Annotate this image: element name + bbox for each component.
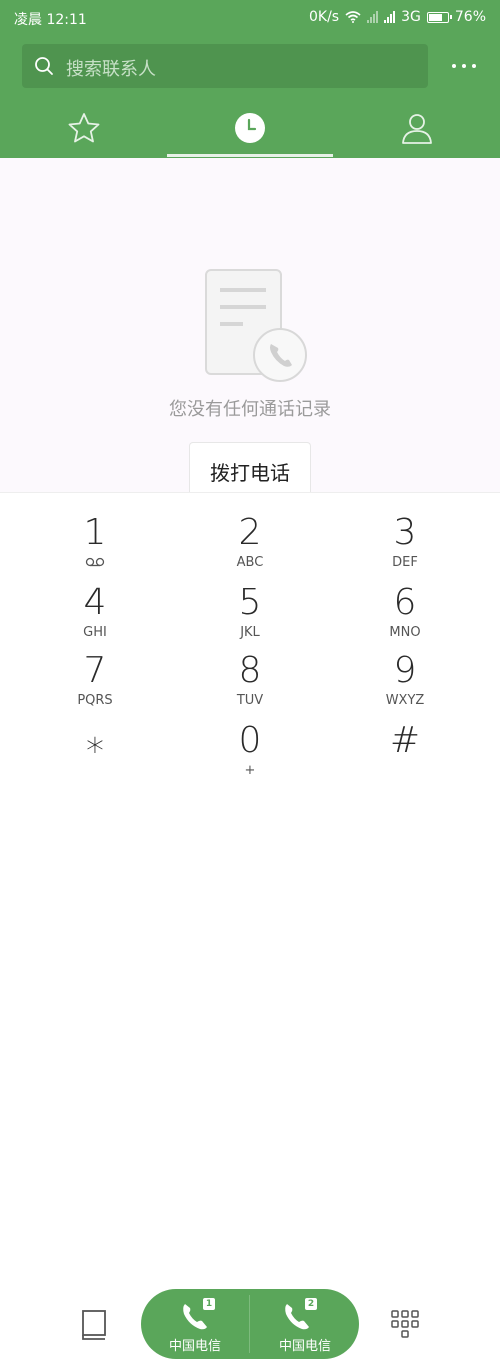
search-input[interactable]: 搜索联系人: [22, 44, 428, 88]
app-header: 凌晨 12:11 0K/s 3G 76% 搜索联系人: [0, 0, 500, 158]
dial-key-letters: ABC: [236, 555, 264, 570]
dial-key-letters: +: [244, 763, 256, 778]
dial-key-1[interactable]: 1: [35, 513, 155, 579]
dial-key-3[interactable]: 3 DEF: [345, 513, 465, 579]
tab-recents[interactable]: [167, 100, 333, 156]
dial-key-letters: MNO: [389, 625, 421, 640]
status-time: 凌晨 12:11: [14, 12, 87, 28]
more-icon-dot: [472, 64, 476, 68]
call-sim2-button[interactable]: 2 中国电信: [251, 1289, 359, 1359]
dialpad: 1 2 ABC 3 DEF 4 GHI 5 JKL 6 MNO 7 PQRS 8 TUV 9 WXYZ ⁎ 0 + # …: [0, 492, 500, 1359]
status-bar: 凌晨 12:11 0K/s 3G 76%: [0, 0, 500, 34]
tab-contacts[interactable]: [333, 100, 500, 156]
contacts-book-button[interactable]: [72, 1307, 116, 1343]
tab-favorites[interactable]: [0, 100, 167, 156]
dial-key-11[interactable]: 0 +: [190, 721, 310, 787]
wifi-icon: [345, 11, 361, 23]
dial-key-2[interactable]: 2 ABC: [190, 513, 310, 579]
signal-icon-sim2: [384, 11, 396, 23]
more-icon-dot: [452, 64, 456, 68]
more-options-button[interactable]: [446, 56, 482, 76]
dial-key-letters: GHI: [83, 625, 107, 640]
dial-key-digit: 1: [83, 512, 107, 553]
dial-key-digit: #: [389, 720, 421, 761]
sim2-badge: 2: [305, 1298, 317, 1310]
dial-key-4[interactable]: 4 GHI: [35, 583, 155, 649]
dial-buttons: 1 中国电信 2 中国电信: [141, 1289, 359, 1359]
call-log-empty-icon: [205, 269, 307, 382]
dial-key-digit: 3: [393, 512, 417, 553]
network-type: 3G: [401, 9, 421, 25]
dial-key-letters: TUV: [236, 693, 264, 708]
star-icon: [68, 113, 99, 143]
dial-key-digit: ⁎: [86, 720, 104, 761]
status-indicators: 0K/s 3G 76%: [309, 9, 486, 25]
search-placeholder: 搜索联系人: [66, 59, 156, 80]
dial-key-digit: 6: [393, 582, 417, 623]
voicemail-icon: [85, 557, 105, 567]
person-icon: [401, 114, 432, 144]
dial-key-digit: 5: [238, 582, 262, 623]
dial-key-letters: JKL: [240, 625, 260, 640]
battery-percent: 76%: [454, 9, 486, 25]
pill-divider: [249, 1295, 250, 1353]
dial-key-7[interactable]: 7 PQRS: [35, 651, 155, 717]
signal-icon-sim1: [367, 11, 379, 23]
dial-key-letters: DEF: [392, 555, 418, 570]
dial-key-9[interactable]: 9 WXYZ: [345, 651, 465, 717]
sim2-label: 中国电信: [278, 1339, 331, 1354]
dial-key-digit: 4: [83, 582, 107, 623]
keypad-toggle-button[interactable]: [384, 1307, 428, 1343]
dial-key-digit: 2: [238, 512, 262, 553]
empty-message: 您没有任何通话记录: [169, 399, 331, 420]
dialpad-bottom-bar: 1 中国电信 2 中国电信: [0, 1289, 500, 1359]
dial-key-letters: WXYZ: [385, 693, 425, 708]
make-call-button[interactable]: 拨打电话: [189, 442, 311, 492]
dial-key-digit: 0: [238, 720, 262, 761]
dial-key-digit: 8: [238, 650, 262, 691]
dial-key-digit: 9: [393, 650, 417, 691]
contacts-book-icon: [82, 1310, 106, 1340]
dial-key-5[interactable]: 5 JKL: [190, 583, 310, 649]
more-icon-dot: [462, 64, 466, 68]
network-speed: 0K/s: [309, 9, 340, 25]
sim1-label: 中国电信: [168, 1339, 221, 1354]
tab-selected-indicator: [167, 154, 333, 157]
keypad-grid-icon: [391, 1310, 419, 1338]
clock-icon: [235, 113, 265, 143]
dial-key-digit: 7: [83, 650, 107, 691]
call-sim1-button[interactable]: 1 中国电信: [141, 1289, 249, 1359]
sim1-badge: 1: [203, 1298, 215, 1310]
search-icon: [35, 57, 53, 75]
dial-key-6[interactable]: 6 MNO: [345, 583, 465, 649]
dial-key-10[interactable]: ⁎: [35, 721, 155, 787]
dial-key-12[interactable]: #: [345, 721, 465, 787]
dial-key-8[interactable]: 8 TUV: [190, 651, 310, 717]
dial-key-letters: PQRS: [77, 693, 113, 708]
battery-icon: [426, 11, 452, 23]
